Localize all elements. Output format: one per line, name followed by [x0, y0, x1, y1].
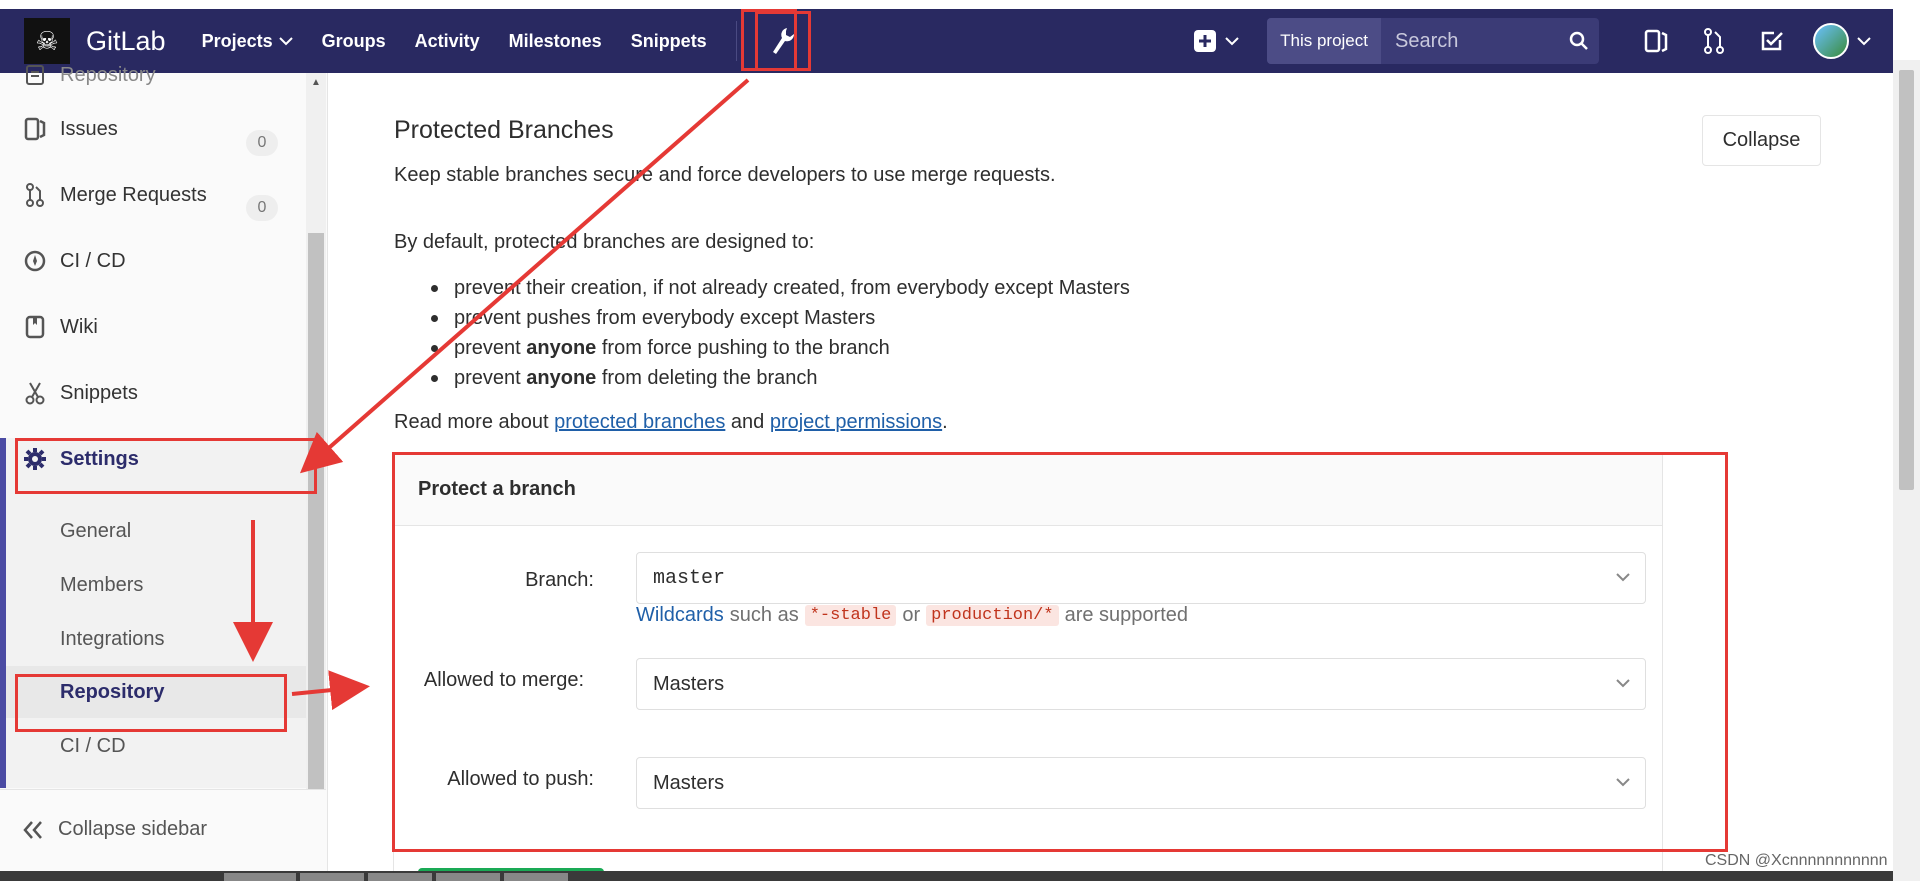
sidebar-item-label: CI / CD [60, 249, 126, 272]
sidebar-item-snippets[interactable]: Snippets [22, 380, 138, 406]
list-item: prevent anyone from force pushing to the… [394, 333, 1130, 363]
merge-request-icon [22, 182, 48, 208]
user-menu[interactable] [1813, 23, 1871, 59]
plus-square-icon [1194, 30, 1217, 52]
issues-nav-icon[interactable] [1627, 28, 1685, 54]
brand-name[interactable]: GitLab [86, 26, 166, 57]
list-item-text: from force pushing to the branch [596, 337, 890, 359]
list-item-text: prevent [454, 367, 527, 389]
taskbar-item[interactable] [368, 873, 432, 881]
search-scope-badge[interactable]: This project [1267, 18, 1381, 64]
page-title: Protected Branches [394, 116, 614, 144]
project-permissions-link[interactable]: project permissions [770, 411, 942, 433]
merge-requests-count-badge: 0 [246, 195, 278, 221]
annotation-box-settings [15, 438, 317, 494]
list-item: prevent anyone from deleting the branch [394, 363, 1130, 393]
scissors-icon [22, 380, 48, 406]
settings-sub-ci-cd[interactable]: CI / CD [60, 735, 126, 758]
gitlab-logo-icon[interactable]: ☠ [24, 18, 70, 64]
nav-projects[interactable]: Projects [202, 31, 293, 52]
rocket-icon [22, 248, 48, 274]
list-item-text: from deleting the branch [596, 367, 818, 389]
default-text: By default, protected branches are desig… [394, 231, 815, 253]
merge-request-nav-icon[interactable] [1685, 28, 1743, 54]
protected-branches-link[interactable]: protected branches [554, 411, 725, 433]
nav-activity-label: Activity [414, 30, 480, 51]
list-item: prevent pushes from everybody except Mas… [394, 303, 1130, 333]
page-scroll-thumb[interactable] [1899, 70, 1914, 490]
sidebar-item-label: Merge Requests [60, 183, 207, 206]
double-chevron-left-icon [23, 820, 42, 839]
search-icon[interactable] [1559, 31, 1599, 51]
nav-snippets-label: Snippets [630, 30, 707, 51]
watermark: CSDN @Xcnnnnnnnnnnn [1705, 852, 1888, 869]
sidebar-scroll-thumb[interactable] [308, 233, 324, 793]
taskbar-item[interactable] [436, 873, 500, 881]
scroll-up-arrow-icon[interactable]: ▲ [311, 77, 321, 88]
list-item-text: prevent [454, 337, 527, 359]
issues-count-badge: 0 [246, 130, 278, 156]
top-navbar: ☠ GitLab Projects Groups Activity Milest… [0, 0, 1920, 73]
read-more-post: . [942, 411, 948, 433]
collapse-sidebar-button[interactable]: Collapse sidebar [0, 789, 326, 879]
list-item-bold: anyone [526, 367, 597, 389]
annotation-box-repository [15, 674, 287, 732]
avatar [1813, 23, 1849, 59]
collapse-sidebar-inner: Collapse sidebar [22, 818, 207, 841]
book-icon [22, 62, 48, 88]
sidebar-item-label: Snippets [60, 381, 138, 404]
taskbar-item[interactable] [504, 873, 568, 881]
sidebar-item-repository[interactable]: Repository [22, 62, 156, 88]
read-more-mid: and [725, 411, 770, 433]
nav-snippets[interactable]: Snippets [631, 31, 707, 52]
new-item-dropdown[interactable] [1193, 29, 1239, 53]
settings-sub-integrations[interactable]: Integrations [60, 628, 165, 651]
search-input[interactable] [1381, 18, 1559, 64]
sidebar-item-merge-requests[interactable]: Merge Requests [22, 182, 207, 208]
chevron-down-icon [278, 37, 293, 46]
sidebar-item-label: Wiki [60, 315, 98, 338]
sidebar-item-ci-cd[interactable]: CI / CD [22, 248, 126, 274]
settings-sub-members[interactable]: Members [60, 574, 143, 597]
read-more-text: Read more about protected branches and p… [394, 411, 948, 434]
intro-text: Keep stable branches secure and force de… [394, 164, 1056, 186]
nav-divider [735, 21, 737, 61]
list-item-text: prevent pushes from everybody except Mas… [454, 307, 876, 329]
page-scrollbar[interactable] [1893, 60, 1920, 881]
wiki-icon [22, 314, 48, 340]
list-item-text: prevent their creation, if not already c… [454, 277, 1130, 299]
nav-groups[interactable]: Groups [322, 31, 386, 52]
nav-projects-label: Projects [201, 30, 273, 51]
navbar-bar: ☠ GitLab Projects Groups Activity Milest… [0, 9, 1893, 73]
active-indicator [0, 438, 6, 788]
nav-milestones[interactable]: Milestones [509, 31, 602, 52]
nav-activity[interactable]: Activity [415, 31, 480, 52]
nav-milestones-label: Milestones [508, 30, 602, 51]
todo-nav-icon[interactable] [1743, 29, 1801, 53]
sidebar-item-wiki[interactable]: Wiki [22, 314, 98, 340]
taskbar-item[interactable] [224, 873, 296, 881]
annotation-box-protect-panel [392, 452, 1728, 852]
os-taskbar [0, 871, 1893, 881]
sidebar-item-label: Repository [60, 63, 156, 86]
protection-rules-list: prevent their creation, if not already c… [394, 273, 1130, 393]
annotation-box-wrench [741, 9, 797, 71]
sidebar-item-issues[interactable]: Issues [22, 116, 118, 142]
list-item: prevent their creation, if not already c… [394, 273, 1130, 303]
search-box: This project [1267, 18, 1599, 64]
nav-groups-label: Groups [321, 30, 386, 51]
collapse-sidebar-label: Collapse sidebar [58, 818, 207, 840]
nav-right-group: This project [1193, 9, 1893, 73]
read-more-pre: Read more about [394, 411, 555, 433]
collapse-button[interactable]: Collapse [1702, 115, 1821, 166]
taskbar-item[interactable] [300, 873, 364, 881]
list-item-bold: anyone [526, 337, 597, 359]
chevron-down-icon [1857, 37, 1871, 46]
sidebar-scrollbar[interactable]: ▲ [306, 73, 326, 793]
settings-sub-general[interactable]: General [60, 520, 131, 543]
issues-icon [22, 116, 48, 142]
chevron-down-icon [1225, 37, 1239, 46]
sidebar-item-label: Issues [60, 117, 118, 140]
